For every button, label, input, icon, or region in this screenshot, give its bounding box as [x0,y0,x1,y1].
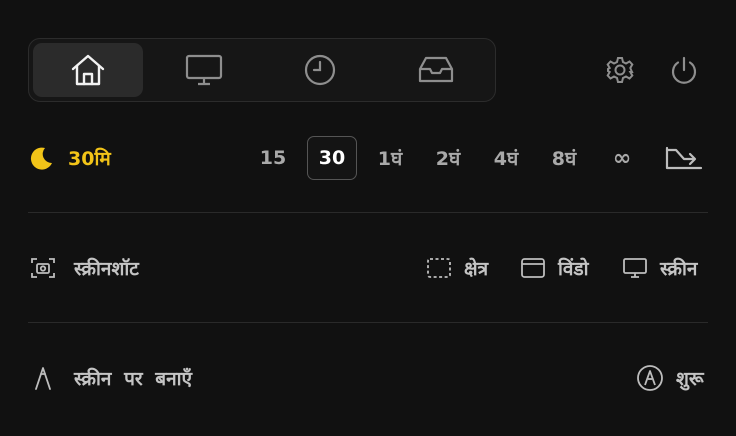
schedule-button[interactable] [662,136,706,180]
screenshot-window-button[interactable]: विंडो [520,250,589,286]
tab-inbox[interactable] [381,43,491,97]
duration-30[interactable]: 30 [307,136,357,180]
dashed-region-icon [426,257,452,279]
app-panel: 30मि 15 30 1घं 2घं 4घं 8घं ∞ स्क्रीनशॉट [0,0,736,436]
region-label: क्षेत्र [464,258,489,280]
timer-value: 30मि [68,148,111,170]
duration-infinite[interactable]: ∞ [604,136,640,180]
monitor-icon [622,257,648,279]
tab-home[interactable] [33,43,143,97]
power-icon [670,56,698,84]
trend-down-arrow-icon [664,145,704,171]
draw-start-button[interactable]: शुरू [636,360,704,396]
screenshot-title: स्क्रीनशॉट [74,258,139,280]
window-label: विंडो [558,258,589,280]
tab-bar [28,38,496,102]
tab-display[interactable] [149,43,259,97]
monitor-icon [185,54,223,86]
duration-2h[interactable]: 2घं [428,136,468,180]
draw-title: स्क्रीन पर बनाएँ [74,368,193,390]
draw-start-label: शुरू [676,368,704,390]
duration-8h[interactable]: 8घं [544,136,584,180]
tab-history[interactable] [265,43,375,97]
screenshot-section: स्क्रीनशॉट [30,250,139,286]
divider [28,212,708,213]
power-button[interactable] [666,52,702,88]
pen-circle-icon [636,364,664,392]
pen-icon [30,365,56,391]
inbox-tray-icon [417,55,455,85]
duration-1h[interactable]: 1घं [370,136,410,180]
screen-label: स्क्रीन [660,258,698,280]
screenshot-screen-button[interactable]: स्क्रीन [622,250,697,286]
gear-icon [606,56,634,84]
screenshot-region-button[interactable]: क्षेत्र [426,250,488,286]
window-icon [520,257,546,279]
divider [28,322,708,323]
duration-4h[interactable]: 4घं [486,136,526,180]
draw-section: स्क्रीन पर बनाएँ [30,360,192,396]
settings-button[interactable] [602,52,638,88]
home-icon [70,53,106,87]
duration-15[interactable]: 15 [252,136,294,180]
clock-icon [303,53,337,87]
moon-icon [28,145,54,171]
camera-icon [30,255,56,281]
timer-status: 30मि [28,140,111,176]
